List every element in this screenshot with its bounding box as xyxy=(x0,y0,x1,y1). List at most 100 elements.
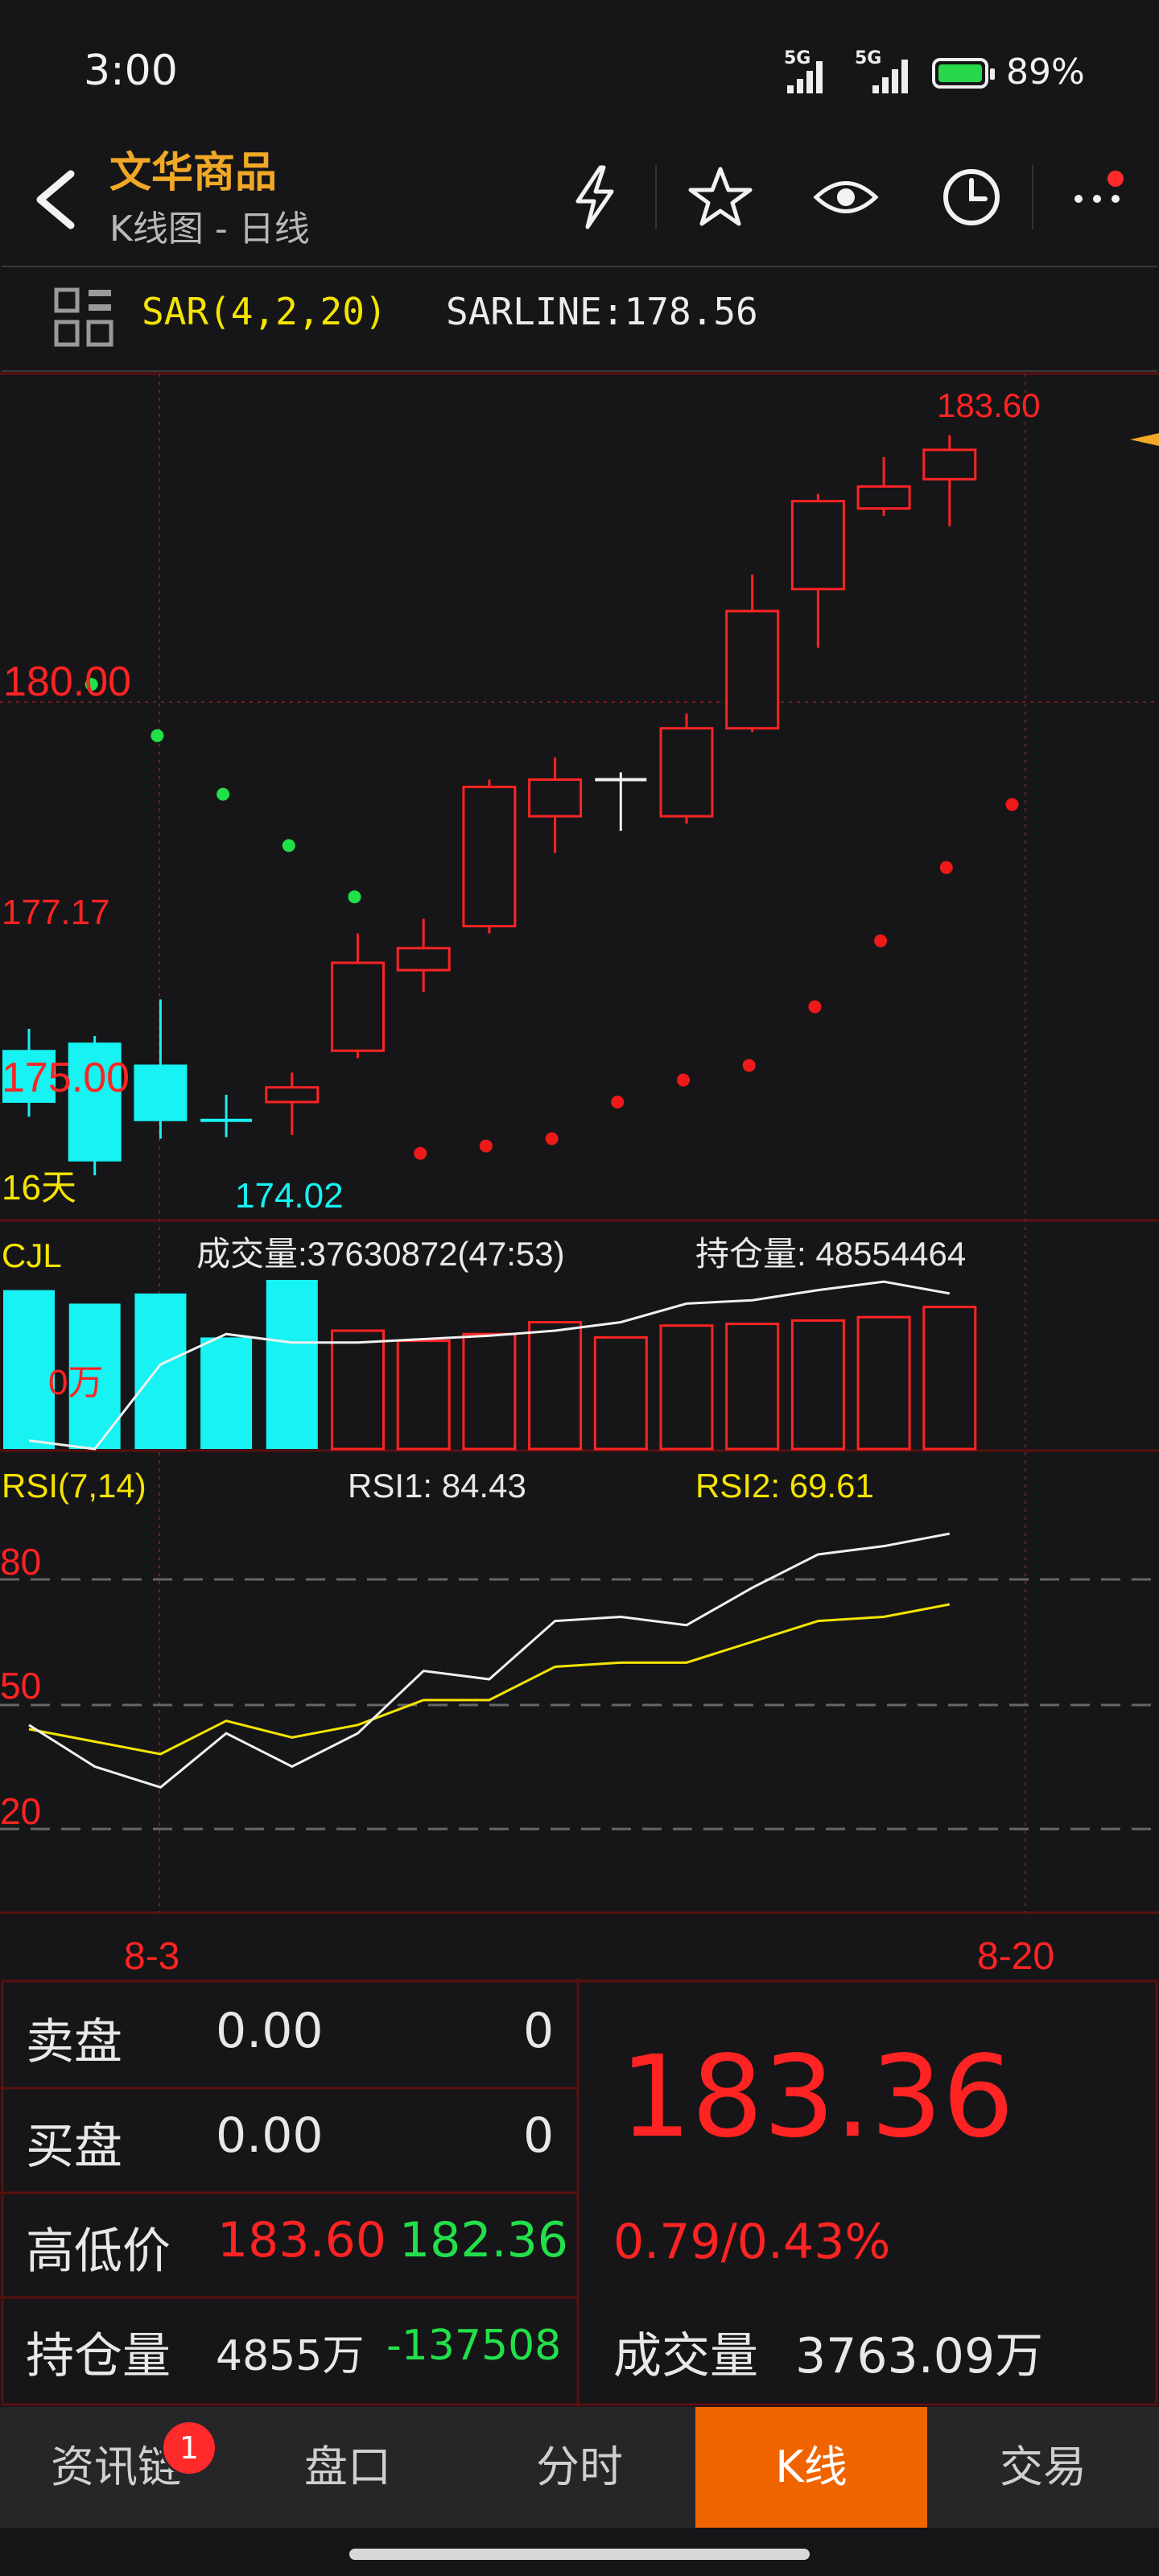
quote-bid-volume: 0 xyxy=(523,2107,555,2164)
volume-bar xyxy=(790,1319,845,1451)
more-icon[interactable] xyxy=(1061,161,1133,233)
volume-bar xyxy=(462,1332,517,1451)
sar-dot xyxy=(282,839,295,852)
battery-icon xyxy=(932,58,995,89)
last-price: 183.36 xyxy=(620,2032,1014,2163)
volume-bar xyxy=(528,1321,583,1451)
quote-label-ask: 卖盘 xyxy=(26,2014,122,2070)
sar-dot xyxy=(677,1073,690,1087)
sar-dot xyxy=(479,1139,493,1153)
grid-icon[interactable] xyxy=(53,287,114,348)
home-indicator[interactable] xyxy=(349,2549,810,2560)
signal-icon: 5G xyxy=(784,48,829,93)
volume-panel-label: CJL xyxy=(2,1236,62,1274)
divider xyxy=(1032,165,1033,229)
quote-label-open-interest: 持仓量 xyxy=(26,2328,171,2384)
back-arrow-icon[interactable] xyxy=(29,167,85,232)
tab-trade[interactable]: 交易 xyxy=(927,2407,1159,2528)
sar-dot xyxy=(742,1059,756,1072)
rsi1-value: RSI1: 84.43 xyxy=(348,1467,526,1505)
volume-bar xyxy=(200,1337,253,1449)
notification-dot xyxy=(1107,171,1124,187)
candle-body xyxy=(790,500,845,591)
price-level-180: 180.00 xyxy=(3,658,131,705)
sar-dot xyxy=(348,890,361,904)
volume-bar xyxy=(725,1323,780,1451)
total-volume-label: 成交量 xyxy=(613,2328,758,2384)
sar-dot xyxy=(414,1146,427,1160)
tab-badge: 1 xyxy=(161,2420,217,2476)
sarline-value: SARLINE:178.56 xyxy=(446,290,758,333)
rsi2-value: RSI2: 69.61 xyxy=(695,1467,874,1505)
total-volume-value: 3763.09万 xyxy=(795,2328,1044,2384)
sar-dot xyxy=(545,1132,559,1146)
volume-bar xyxy=(134,1293,187,1449)
sar-param-label[interactable]: SAR(4,2,20) xyxy=(142,290,387,333)
volume-bar xyxy=(922,1306,977,1451)
current-price-marker xyxy=(1130,433,1159,446)
volume-bar xyxy=(396,1340,451,1451)
quote-ask-price: 0.00 xyxy=(216,2003,324,2059)
volume-axis-label: 0万 xyxy=(48,1363,103,1402)
volume-bars xyxy=(3,1280,977,1451)
tab-kline[interactable]: K线 xyxy=(695,2407,927,2528)
period-label: 16天 xyxy=(2,1168,76,1208)
volume-bar xyxy=(331,1329,385,1451)
date-left: 8-3 xyxy=(124,1935,179,1978)
rsi-level-80: 80 xyxy=(0,1541,41,1583)
quote-oi-change: -137508 xyxy=(386,2322,562,2370)
price-high-label: 183.60 xyxy=(937,386,1040,424)
star-icon[interactable] xyxy=(684,161,757,233)
volume-bar xyxy=(856,1315,911,1451)
date-right: 8-20 xyxy=(977,1935,1054,1978)
volume-value: 成交量:37630872(47:53) xyxy=(196,1235,565,1273)
sar-dots xyxy=(85,678,1019,1160)
rsi-level-20: 20 xyxy=(0,1790,41,1832)
sar-dot xyxy=(217,787,230,801)
quote-low: 182.36 xyxy=(399,2212,568,2268)
candle-body xyxy=(396,947,451,972)
rsi1-line xyxy=(28,1532,951,1790)
chart-grid xyxy=(0,372,1159,1914)
battery-percent: 89% xyxy=(1006,52,1085,93)
price-level-175: 175.00 xyxy=(2,1055,130,1101)
signal-icon: 5G xyxy=(855,48,916,93)
rsi-panel-label: RSI(7,14) xyxy=(2,1467,146,1505)
candle-body xyxy=(462,786,517,928)
rsi-level-50: 50 xyxy=(0,1665,41,1707)
quote-label-high-low: 高低价 xyxy=(26,2223,171,2280)
lightning-icon[interactable] xyxy=(559,161,631,233)
sar-dot xyxy=(1005,798,1019,811)
candle-body xyxy=(528,778,583,818)
candle-body xyxy=(134,1064,188,1121)
price-level-177: 177.17 xyxy=(2,893,110,932)
candle-body xyxy=(725,609,780,730)
volume-bar xyxy=(266,1280,318,1449)
candle-body xyxy=(856,485,911,510)
quote-open-interest: 4855万 xyxy=(216,2332,365,2380)
volume-bar xyxy=(593,1335,648,1451)
volume-bar xyxy=(659,1324,714,1451)
tab-intraday[interactable]: 分时 xyxy=(464,2407,695,2528)
quote-ask-volume: 0 xyxy=(523,2003,555,2059)
sar-dot xyxy=(611,1095,625,1108)
open-interest-value: 持仓量: 48554464 xyxy=(695,1235,966,1273)
eye-icon[interactable] xyxy=(810,161,882,233)
page-subtitle[interactable]: K线图 - 日线 xyxy=(109,200,310,251)
sar-dot xyxy=(151,729,164,742)
status-time: 3:00 xyxy=(84,47,178,95)
page-title: 文华商品 xyxy=(109,149,278,197)
sar-dot xyxy=(939,861,953,874)
sar-dot xyxy=(808,1000,822,1013)
rsi-lines xyxy=(28,1532,951,1790)
candle-body xyxy=(331,961,385,1052)
price-change: 0.79/0.43% xyxy=(613,2214,891,2270)
tab-order-book[interactable]: 盘口 xyxy=(232,2407,464,2528)
divider xyxy=(655,165,657,229)
volume-bar xyxy=(3,1290,55,1449)
quote-bid-price: 0.00 xyxy=(216,2107,324,2164)
price-low-label: 174.02 xyxy=(235,1176,344,1216)
candle-body xyxy=(265,1086,320,1104)
kline-chart[interactable]: 183.60 180.00 177.17 175.00 174.02 16天 C… xyxy=(0,369,1159,1979)
clock-icon[interactable] xyxy=(935,161,1008,233)
